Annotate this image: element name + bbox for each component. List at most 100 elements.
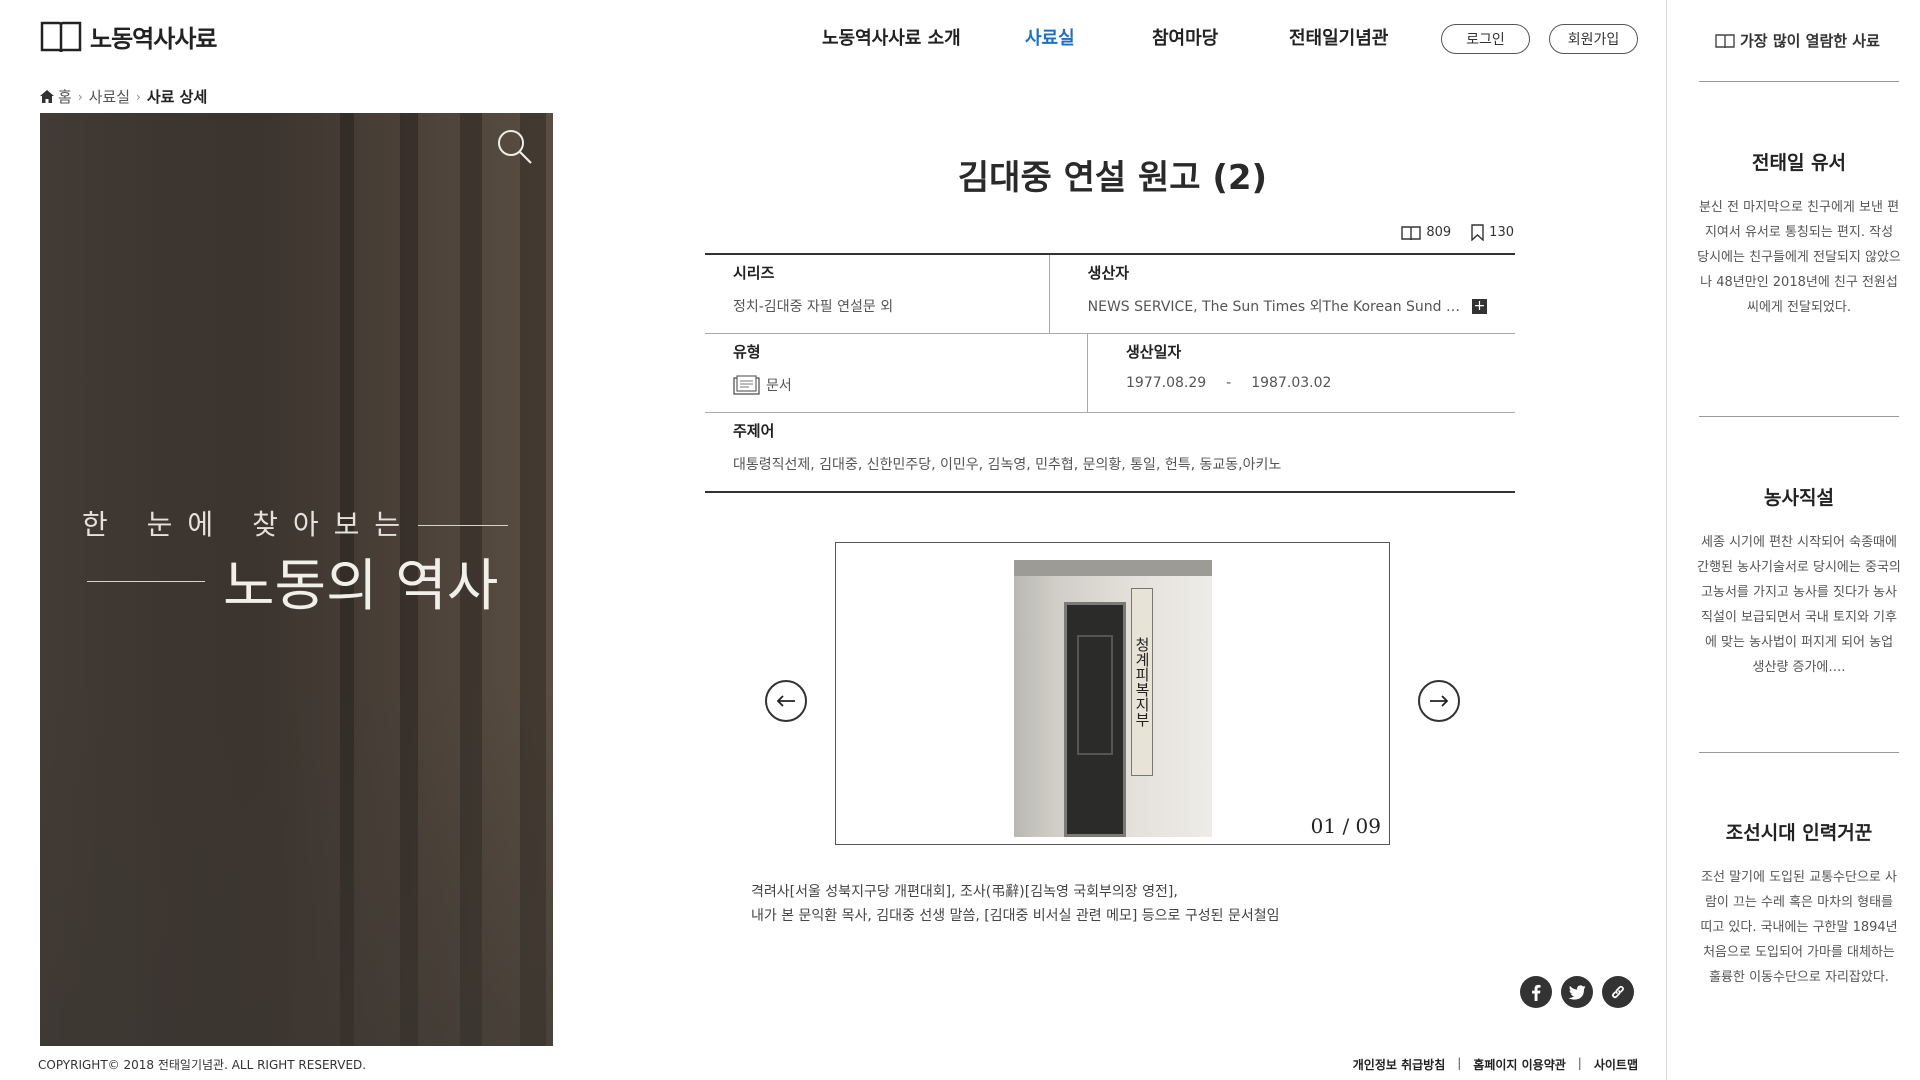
nav-item-archive[interactable]: 사료실	[1025, 24, 1152, 50]
type-cell: 유형 문서	[705, 334, 1088, 412]
facebook-icon	[1532, 984, 1541, 1001]
search-icon[interactable]	[495, 127, 535, 167]
footer-link-privacy[interactable]: 개인정보 취급방침	[1353, 1056, 1446, 1073]
expand-producer-button[interactable]: +	[1472, 298, 1487, 314]
sidebar-item-text: 분신 전 마지막으로 친구에게 보낸 편지여서 유서로 통칭되는 편지. 작성 …	[1697, 200, 1901, 315]
stats: 809 130	[1381, 224, 1514, 241]
photo-sign: 청계피복지부	[1131, 588, 1153, 776]
sidebar-item-title: 농사직설	[1764, 487, 1834, 509]
sidebar-heading-text: 가장 많이 열람한 사료	[1740, 32, 1880, 50]
sidebar-item-text: 세종 시기에 편찬 시작되어 숙종때에 간행된 농사기술서로 당시에는 중국의 …	[1697, 535, 1901, 675]
nav-item-memorial[interactable]: 전태일기념관	[1289, 24, 1388, 50]
keyword-cell: 주제어 대통령직선제, 김대중, 신한민주당, 이민우, 김녹영, 민추협, 문…	[705, 413, 1515, 491]
hero-divider	[87, 581, 205, 582]
twitter-icon	[1568, 984, 1586, 1000]
date-label: 생산일자	[1126, 343, 1182, 361]
copy-link-button[interactable]	[1602, 976, 1634, 1008]
footer-divider: |	[1577, 1056, 1582, 1070]
document-folder-icon	[733, 375, 760, 395]
hero-banner: 한 눈에 찾아보는 노동의 역사	[40, 113, 553, 1046]
footer-links: 개인정보 취급방침 | 홈페이지 이용약관 | 사이트맵	[1353, 1056, 1638, 1073]
producer-value: NEWS SERVICE, The Sun Times 외The Korean …	[1087, 299, 1460, 315]
sidebar-item[interactable]: 조선시대 인력거꾼 조선 말기에 도입된 교통수단으로 사람이 끄는 수레 혹은…	[1697, 818, 1901, 990]
logo-text: 노동역사사료	[90, 24, 217, 53]
type-value: 문서	[766, 378, 792, 394]
sidebar-item[interactable]: 전태일 유서 분신 전 마지막으로 친구에게 보낸 편지여서 유서로 통칭되는 …	[1697, 148, 1901, 320]
image-counter: 01 / 09	[1310, 814, 1381, 838]
breadcrumb-current: 사료 상세	[146, 88, 208, 106]
hero-floor	[40, 686, 553, 1046]
sidebar-divider	[1699, 81, 1899, 82]
series-value: 정치-김대중 자필 연설문 외	[733, 299, 894, 315]
info-row: 주제어 대통령직선제, 김대중, 신한민주당, 이민우, 김녹영, 민추협, 문…	[705, 413, 1515, 491]
book-icon	[1715, 34, 1735, 48]
link-icon	[1612, 985, 1624, 999]
sidebar-item-text: 조선 말기에 도입된 교통수단으로 사람이 끄는 수레 혹은 마차의 형태를 띠…	[1700, 870, 1898, 985]
photo-door	[1064, 602, 1126, 837]
date-end: 1987.03.02	[1251, 375, 1332, 391]
page-title: 김대중 연설 원고 (2)	[957, 158, 1268, 198]
date-separator: -	[1226, 375, 1232, 391]
arrow-left-icon	[776, 695, 795, 707]
date-start: 1977.08.29	[1126, 375, 1207, 391]
prev-image-button[interactable]	[765, 680, 807, 722]
footer-link-terms[interactable]: 홈페이지 이용약관	[1473, 1056, 1566, 1073]
popular-sidebar: 가장 많이 열람한 사료 전태일 유서 분신 전 마지막으로 친구에게 보낸 편…	[1666, 0, 1920, 1080]
book-logo-icon	[40, 21, 82, 53]
breadcrumb-section[interactable]: 사료실	[89, 86, 130, 107]
arrow-right-icon	[1430, 695, 1449, 707]
footer-divider: |	[1457, 1056, 1462, 1070]
archive-photo[interactable]: 청계피복지부	[1014, 560, 1212, 837]
chevron-right-icon: ›	[77, 89, 83, 104]
view-count: 809	[1401, 225, 1451, 240]
book-icon	[1401, 226, 1422, 240]
sidebar-item-title: 조선시대 인력거꾼	[1725, 822, 1873, 844]
type-row: 문서	[733, 375, 1059, 395]
main-nav: 노동역사사료 소개 사료실 참여마당 전태일기념관	[822, 24, 1388, 50]
date-cell: 생산일자 1977.08.29 - 1987.03.02	[1088, 334, 1515, 412]
description-line: 내가 본 문익환 목사, 김대중 선생 말씀, [김대중 비서실 관련 메모] …	[751, 908, 1280, 924]
footer-link-sitemap[interactable]: 사이트맵	[1594, 1056, 1638, 1073]
producer-row: NEWS SERVICE, The Sun Times 외The Korean …	[1088, 296, 1487, 316]
page: 노동역사사료 노동역사사료 소개 사료실 참여마당 전태일기념관 로그인 회원가…	[0, 0, 1920, 1080]
info-table: 시리즈 정치-김대중 자필 연설문 외 생산자 NEWS SERVICE, Th…	[705, 253, 1515, 493]
producer-label: 생산자	[1087, 264, 1130, 282]
view-count-value: 809	[1426, 225, 1452, 240]
image-description: 격려사[서울 성북지구당 개편대회], 조사(弔辭)[김녹영 국회부의장 영전]…	[751, 880, 1279, 928]
bookmark-count[interactable]: 130	[1471, 224, 1514, 241]
sidebar-item[interactable]: 농사직설 세종 시기에 편찬 시작되어 숙종때에 간행된 농사기술서로 당시에는…	[1697, 483, 1901, 680]
breadcrumb: 홈 › 사료실 › 사료 상세	[40, 86, 207, 107]
info-row: 유형 문서 생산일자 1977.08.29 - 1987.03.02	[705, 334, 1515, 413]
bookmark-count-value: 130	[1489, 225, 1514, 240]
info-row: 시리즈 정치-김대중 자필 연설문 외 생산자 NEWS SERVICE, Th…	[705, 255, 1515, 334]
home-icon[interactable]	[40, 90, 54, 103]
producer-cell: 생산자 NEWS SERVICE, The Sun Times 외The Kor…	[1050, 255, 1515, 333]
bookmark-icon	[1471, 224, 1484, 241]
photo-roof	[1014, 560, 1212, 576]
nav-item-intro[interactable]: 노동역사사료 소개	[822, 24, 1025, 50]
sidebar-item-title: 전태일 유서	[1751, 152, 1846, 174]
share-buttons	[1520, 976, 1643, 1008]
login-button[interactable]: 로그인	[1441, 24, 1530, 54]
sidebar-divider	[1699, 416, 1899, 417]
series-cell: 시리즈 정치-김대중 자필 연설문 외	[705, 255, 1050, 333]
keyword-label: 주제어	[733, 422, 775, 440]
chevron-right-icon: ›	[136, 89, 141, 104]
type-label: 유형	[733, 343, 761, 361]
image-viewer: 청계피복지부 01 / 09	[835, 542, 1390, 845]
twitter-share-button[interactable]	[1561, 976, 1593, 1008]
copyright-text: COPYRIGHT© 2018 전태일기념관. ALL RIGHT RESERV…	[38, 1058, 367, 1072]
breadcrumb-home[interactable]: 홈	[58, 86, 72, 107]
description-line: 격려사[서울 성북지구당 개편대회], 조사(弔辭)[김녹영 국회부의장 영전]…	[751, 884, 1178, 900]
site-logo[interactable]: 노동역사사료	[40, 18, 217, 54]
hero-subtitle: 한 눈에 찾아보는	[82, 508, 416, 541]
nav-item-community[interactable]: 참여마당	[1152, 24, 1289, 50]
signup-button[interactable]: 회원가입	[1549, 24, 1638, 54]
hero-divider	[418, 525, 508, 526]
keyword-value: 대통령직선제, 김대중, 신한민주당, 이민우, 김녹영, 민추협, 문의황, …	[733, 457, 1282, 473]
series-label: 시리즈	[733, 264, 775, 282]
sidebar-heading: 가장 많이 열람한 사료	[1715, 30, 1880, 51]
next-image-button[interactable]	[1418, 680, 1460, 722]
hero-title: 노동의 역사	[223, 554, 499, 619]
facebook-share-button[interactable]	[1520, 976, 1552, 1008]
